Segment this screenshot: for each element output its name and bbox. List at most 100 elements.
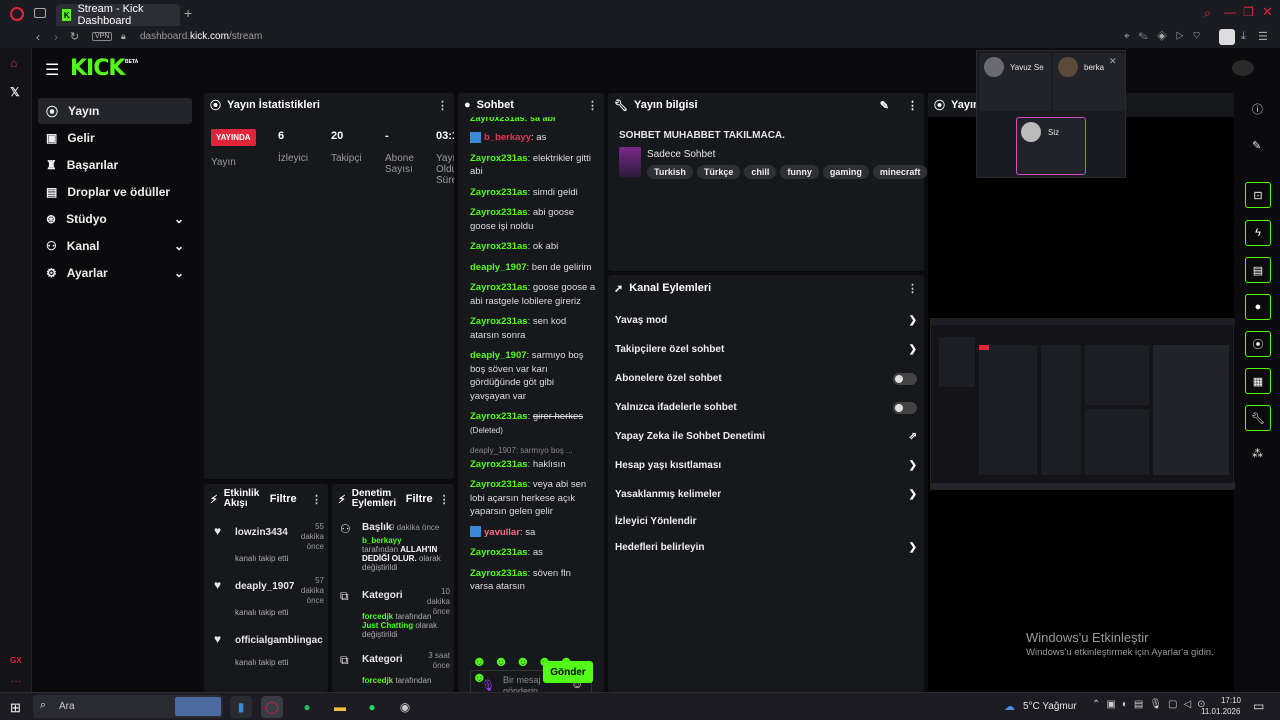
maximize-icon[interactable]: ❐ xyxy=(1243,5,1254,19)
folder-icon[interactable]: ▬ xyxy=(329,696,351,718)
stream-preview-video[interactable] xyxy=(930,318,1235,490)
back-icon[interactable]: ‹ xyxy=(36,30,40,44)
taskbar-search[interactable]: ⌕ Ara xyxy=(33,695,223,718)
chat-username[interactable]: Zayrox231as xyxy=(470,153,528,164)
nav-gelir[interactable]: ▣ Gelir xyxy=(38,125,192,151)
chat-username[interactable]: yavullar xyxy=(484,527,520,538)
more-icon[interactable]: ··· xyxy=(11,676,21,687)
broadcast-icon[interactable]: ⦿ xyxy=(1245,331,1271,357)
broadcast-icon: ⦿ xyxy=(46,104,59,119)
emotes-only-toggle[interactable] xyxy=(893,401,917,414)
tab-kick-dashboard[interactable]: K Stream - Kick Dashboard xyxy=(56,3,180,27)
chat-username[interactable]: Zayrox231as xyxy=(470,547,528,558)
edit-icon[interactable]: ✎ xyxy=(1252,139,1261,152)
chat-username[interactable]: deaply_1907 xyxy=(470,262,527,273)
close-icon[interactable]: ✕ xyxy=(1109,56,1117,67)
weather-label[interactable]: 5°C Yağmur xyxy=(1023,701,1077,712)
notification-icon[interactable]: ▭ xyxy=(1253,699,1264,713)
apps-icon[interactable]: ⁂ xyxy=(1252,447,1263,460)
more-options-icon[interactable]: ⋮ xyxy=(907,282,918,295)
clock-time[interactable]: 17:10 xyxy=(1213,696,1241,705)
more-options-icon[interactable]: ⋮ xyxy=(587,99,598,112)
call-participant[interactable]: berka ✕ xyxy=(1053,53,1125,111)
address-bar: ‹ › ↻ VPN 🔒︎ dashboard.kick.com/stream ⌖… xyxy=(0,28,1280,48)
url-field[interactable]: dashboard.kick.com/stream xyxy=(140,31,262,42)
chat-text: ben de gelirim xyxy=(531,261,592,273)
more-options-icon[interactable]: ⋮ xyxy=(437,99,448,112)
user-avatar[interactable] xyxy=(1232,60,1254,76)
nav-kanal[interactable]: ⚇ Kanal ⌄ xyxy=(38,233,192,259)
whatsapp-icon[interactable]: ● xyxy=(361,696,383,718)
clock-date[interactable]: 11.01.2026 xyxy=(1201,707,1240,716)
action-emotes-only[interactable]: Yalnızca ifadelerle sohbet xyxy=(615,393,917,422)
chat-message-list[interactable]: b_berkayy: as Zayrox231as: elektrikler gi… xyxy=(470,131,598,601)
chat-username[interactable]: Zayrox231as xyxy=(470,479,528,490)
reload-icon[interactable]: ↻ xyxy=(70,30,79,43)
action-ai-moderation[interactable]: Yapay Zeka ile Sohbet Denetimi ⇗ xyxy=(615,422,917,451)
more-options-icon[interactable]: ⋮ xyxy=(907,99,918,112)
nav-basarilar[interactable]: ♜ Başarılar xyxy=(38,152,192,178)
call-participant[interactable]: Yavuz Se xyxy=(979,53,1051,111)
windows-start-icon[interactable]: ⊞ xyxy=(10,700,21,716)
opera-logo-icon[interactable] xyxy=(10,7,24,21)
info-icon[interactable]: ⓘ xyxy=(1252,101,1263,117)
chat-icon[interactable]: ● xyxy=(1245,294,1271,320)
call-self-tile[interactable]: Siz xyxy=(1016,117,1086,175)
action-goals[interactable]: Hedefleri belirleyin ❯ xyxy=(615,533,917,562)
send-button[interactable]: Gönder xyxy=(543,661,593,683)
document-icon[interactable]: ▤ xyxy=(1245,257,1271,283)
action-account-age[interactable]: Hesap yaşı kısıtlaması ❯ xyxy=(615,451,917,480)
chat-username[interactable]: Zayrox231as xyxy=(470,568,528,579)
action-slow-mode[interactable]: Yavaş mod ❯ xyxy=(615,306,917,335)
opera-icon[interactable]: ◯ xyxy=(261,696,283,718)
chat-username[interactable]: Zayrox231as xyxy=(470,316,528,327)
tray-icons[interactable]: ⌃▣◐▤🎙︎▢◁⊙ xyxy=(1092,699,1212,710)
filter-button[interactable]: Filtre xyxy=(406,493,433,505)
chat-username[interactable]: deaply_1907 xyxy=(470,350,527,361)
minimize-icon[interactable]: — xyxy=(1224,5,1236,19)
action-subscribers-only[interactable]: Abonelere özel sohbet xyxy=(615,364,917,393)
chat-username[interactable]: Zayrox231as xyxy=(470,411,528,422)
shop-icon[interactable]: ⌂ xyxy=(10,56,17,70)
menu-icon[interactable]: ☰ xyxy=(1258,30,1268,43)
chat-username[interactable]: Zayrox231as xyxy=(470,187,528,198)
action-raid[interactable]: İzleyici Yönlendir xyxy=(615,509,917,533)
chat-username[interactable]: Zayrox231as xyxy=(470,282,528,293)
nav-yayin[interactable]: ⦿ Yayın xyxy=(38,98,192,124)
subscribers-only-toggle[interactable] xyxy=(893,372,917,385)
nav-droplar[interactable]: ▤ Droplar ve ödüller xyxy=(38,179,192,205)
chat-username[interactable]: Zayrox231as xyxy=(470,241,528,252)
microphone-icon[interactable]: 🎙︎ xyxy=(481,679,495,692)
studio-icon[interactable]: ⊡ xyxy=(1245,182,1271,208)
hamburger-icon[interactable]: ☰ xyxy=(45,60,59,80)
wrench-icon[interactable]: 🔧︎ xyxy=(1245,405,1271,431)
search-icon[interactable]: ⌕ xyxy=(1204,6,1211,21)
layout-icon[interactable]: ▦ xyxy=(1245,368,1271,394)
browser-toolbar-icons[interactable]: ⌖✎◈▷♡ xyxy=(1124,31,1209,42)
more-options-icon[interactable]: ⋮ xyxy=(311,493,322,506)
nav-studyo[interactable]: ⊛ Stüdyo ⌄ xyxy=(38,206,192,232)
action-banned-words[interactable]: Yasaklanmış kelimeler ❯ xyxy=(615,480,917,509)
tabs-icon[interactable] xyxy=(34,8,46,18)
x-twitter-icon[interactable]: 𝕏 xyxy=(10,85,20,99)
download-icon[interactable]: ⤓ xyxy=(1241,30,1246,43)
chat-username[interactable]: Zayrox231as xyxy=(470,207,528,218)
close-icon[interactable]: ✕ xyxy=(1262,4,1273,20)
lightning-icon[interactable]: ϟ xyxy=(1245,220,1271,246)
more-options-icon[interactable]: ⋮ xyxy=(439,493,450,506)
app-icon[interactable]: ▮ xyxy=(230,696,252,718)
profile-avatar[interactable] xyxy=(1219,29,1235,45)
kick-logo[interactable]: KICK xyxy=(70,56,125,81)
app-icon[interactable]: ◉ xyxy=(394,696,416,718)
new-tab-icon[interactable]: + xyxy=(184,5,192,21)
forward-icon[interactable]: › xyxy=(54,30,58,44)
chat-username[interactable]: Zayrox231as xyxy=(470,459,528,470)
edit-icon[interactable]: ✎ xyxy=(880,99,889,112)
filter-button[interactable]: Filtre xyxy=(270,493,297,505)
spotify-icon[interactable]: ● xyxy=(296,696,318,718)
nav-ayarlar[interactable]: ⚙ Ayarlar ⌄ xyxy=(38,260,192,286)
gx-badge[interactable]: GX xyxy=(10,656,22,665)
action-followers-only[interactable]: Takipçilere özel sohbet ❯ xyxy=(615,335,917,364)
vpn-badge[interactable]: VPN xyxy=(92,32,113,41)
chat-username[interactable]: b_berkayy xyxy=(484,132,531,143)
